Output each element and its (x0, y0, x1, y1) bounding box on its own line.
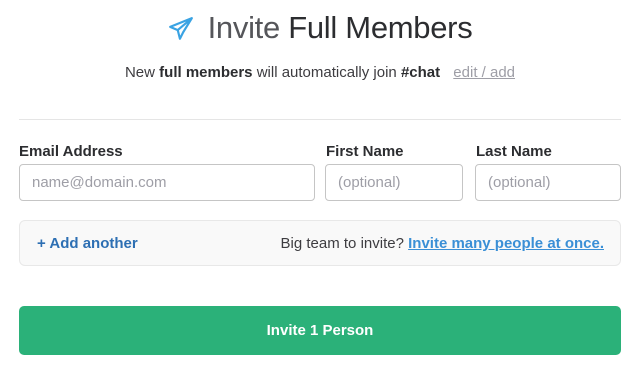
big-team-text: Big team to invite? (280, 235, 404, 252)
last-name-label: Last Name (476, 143, 552, 160)
big-team-prompt: Big team to invite? Invite many people a… (281, 235, 604, 252)
channel-name: #chat (400, 64, 441, 81)
page-title: Invite Full Members (208, 10, 473, 46)
divider (19, 119, 621, 120)
add-another-bar: + Add another Big team to invite? Invite… (19, 220, 621, 266)
add-another-button[interactable]: + Add another (37, 235, 138, 252)
subtitle-bold: full members (159, 64, 253, 81)
invite-button[interactable]: Invite 1 Person (19, 306, 621, 355)
page-header: Invite Full Members (0, 8, 640, 48)
first-name-field[interactable] (325, 164, 463, 201)
subtitle-text-before: New (124, 64, 155, 81)
title-prefix: Invite (207, 10, 281, 45)
last-name-field[interactable] (475, 164, 621, 201)
title-main: Full Members (288, 10, 473, 45)
email-label: Email Address (19, 143, 123, 160)
edit-channels-link[interactable]: edit / add (453, 64, 515, 81)
email-field[interactable] (19, 164, 315, 201)
subtitle-text-middle: will automatically join (256, 64, 397, 81)
invite-many-link[interactable]: Invite many people at once. (408, 235, 604, 252)
subtitle: New full members will automatically join… (0, 64, 640, 81)
paper-plane-icon (168, 17, 193, 40)
first-name-label: First Name (326, 143, 404, 160)
